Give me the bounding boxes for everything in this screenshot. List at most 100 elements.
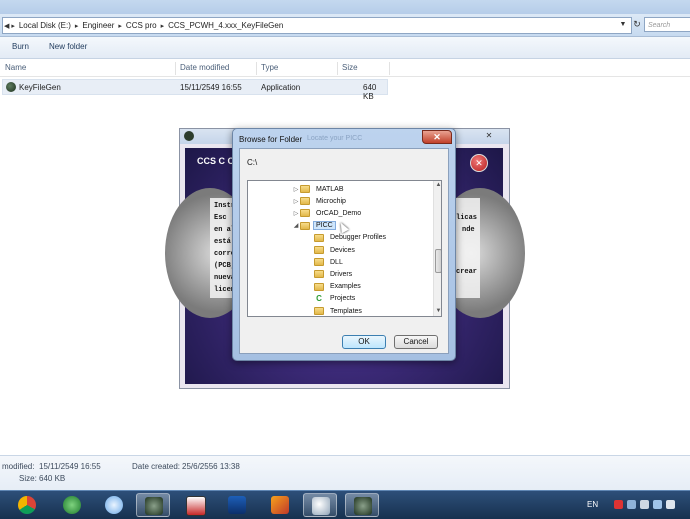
folder-icon bbox=[314, 282, 324, 291]
burn-button[interactable]: Burn bbox=[12, 42, 29, 51]
breadcrumb-item[interactable]: Engineer bbox=[79, 21, 117, 30]
dialog-title-ghost-text: Locate your PICC bbox=[307, 135, 363, 142]
taskbar-keygen-button[interactable] bbox=[136, 493, 170, 517]
folder-icon bbox=[314, 246, 324, 254]
tree-item[interactable]: Templates bbox=[306, 305, 365, 316]
table-row[interactable]: KeyFileGen 15/11/2549 16:55 Application … bbox=[2, 79, 388, 101]
taskbar-search-button[interactable] bbox=[303, 493, 337, 517]
tree-item[interactable]: ◢ PICC bbox=[292, 220, 336, 232]
tree-item-label: Drivers bbox=[330, 270, 353, 278]
scroll-down-icon[interactable]: ▼ bbox=[434, 307, 441, 316]
breadcrumb-chevron-icon[interactable]: ◀ ▸ bbox=[3, 22, 16, 30]
tree-item-label: Examples bbox=[330, 283, 361, 291]
taskbar-isis-button[interactable] bbox=[220, 493, 254, 517]
column-divider[interactable] bbox=[389, 62, 390, 75]
keygen-app-icon bbox=[6, 82, 16, 92]
tree-item-label: Microchip bbox=[316, 197, 346, 205]
column-header-name[interactable]: Name bbox=[5, 63, 26, 72]
dialog-close-button[interactable]: ✕ bbox=[422, 130, 452, 144]
folder-icon bbox=[300, 209, 310, 218]
scroll-thumb[interactable] bbox=[435, 249, 441, 273]
breadcrumb-item[interactable]: Local Disk (E:) bbox=[16, 21, 74, 30]
command-bar: Burn New folder bbox=[0, 37, 690, 59]
tree-item[interactable]: DLL bbox=[306, 256, 346, 268]
dialog-title: Browse for Folder bbox=[239, 135, 303, 144]
expand-arrow-icon[interactable]: ◢ bbox=[292, 222, 300, 229]
refresh-icon[interactable]: ↻ bbox=[632, 17, 642, 32]
ok-button[interactable]: OK bbox=[342, 335, 386, 349]
folder-icon bbox=[300, 197, 310, 206]
volume-icon[interactable] bbox=[666, 500, 675, 509]
column-header-date-modified[interactable]: Date modified bbox=[180, 63, 229, 72]
taskbar-ccs-button[interactable] bbox=[345, 493, 379, 517]
cancel-button[interactable]: Cancel bbox=[394, 335, 438, 349]
file-name: KeyFileGen bbox=[19, 83, 61, 92]
file-size: 640 KB bbox=[363, 83, 377, 101]
taskbar-pickit2-button[interactable] bbox=[178, 493, 212, 517]
pickit2-icon bbox=[186, 496, 206, 516]
folder-icon bbox=[314, 307, 324, 315]
breadcrumb-item[interactable]: CCS pro bbox=[123, 21, 160, 30]
column-divider[interactable] bbox=[337, 62, 338, 75]
magnifier-icon bbox=[312, 497, 330, 515]
expand-arrow-icon[interactable]: ▷ bbox=[292, 186, 300, 193]
window-top-edge bbox=[0, 0, 690, 14]
tree-item-label: Devices bbox=[330, 246, 355, 254]
file-date-modified: 15/11/2549 16:55 bbox=[180, 83, 242, 92]
keygen-app-icon bbox=[184, 131, 194, 141]
breadcrumb[interactable]: ◀ ▸ Local Disk (E:) ▸ Engineer ▸ CCS pro… bbox=[2, 17, 632, 34]
instructions-line: nde bbox=[462, 226, 475, 234]
instructions-line: está bbox=[214, 238, 231, 246]
tree-item-label: MATLAB bbox=[316, 185, 344, 193]
folder-icon bbox=[300, 221, 310, 230]
taskbar-network-button[interactable] bbox=[55, 493, 89, 517]
dialog-client-area: C:\ ▷ MATLAB ▷ Microchip ▷ OrCAD_Demo ◢ PICC Deb… bbox=[239, 148, 449, 354]
tree-item[interactable]: ▷ Microchip bbox=[292, 195, 349, 207]
column-header-size[interactable]: Size bbox=[342, 63, 358, 72]
scroll-up-icon[interactable]: ▲ bbox=[434, 181, 441, 190]
column-header-type[interactable]: Type bbox=[261, 63, 278, 72]
folder-icon bbox=[300, 185, 310, 193]
tree-item[interactable]: C Projects bbox=[306, 293, 358, 305]
column-divider[interactable] bbox=[256, 62, 257, 75]
keygen-icon bbox=[145, 497, 163, 515]
instructions-line: licas bbox=[456, 214, 478, 222]
tree-item[interactable]: ▷ OrCAD_Demo bbox=[292, 207, 364, 219]
instructions-line: crear bbox=[456, 268, 478, 276]
breadcrumb-item[interactable]: CCS_PCWH_4.xxx_KeyFileGen bbox=[165, 21, 286, 30]
column-divider[interactable] bbox=[175, 62, 176, 75]
tree-scrollbar[interactable]: ▲ ▼ bbox=[433, 181, 441, 316]
column-header-row: Name Date modified Type Size bbox=[0, 60, 690, 77]
tree-item[interactable]: ▷ MATLAB bbox=[292, 183, 347, 195]
taskbar-power-button[interactable] bbox=[97, 493, 131, 517]
expand-arrow-icon[interactable]: ▷ bbox=[292, 198, 300, 205]
expand-arrow-icon[interactable]: ▷ bbox=[292, 210, 300, 217]
tray-app-icon[interactable] bbox=[614, 500, 623, 509]
taskbar: EN bbox=[0, 490, 690, 519]
taskbar-chrome-button[interactable] bbox=[10, 493, 44, 517]
created-value: 25/6/2556 13:38 bbox=[182, 462, 240, 471]
tree-item[interactable]: Drivers bbox=[306, 268, 355, 280]
close-icon[interactable]: ✕ bbox=[470, 154, 488, 172]
ccs-project-icon: C bbox=[316, 294, 322, 304]
new-folder-button[interactable]: New folder bbox=[49, 42, 87, 51]
tree-item[interactable]: Examples bbox=[306, 281, 364, 293]
folder-tree[interactable]: ▷ MATLAB ▷ Microchip ▷ OrCAD_Demo ◢ PICC Debugge… bbox=[247, 180, 442, 317]
thunderbolt-icon bbox=[105, 496, 123, 514]
folder-icon bbox=[314, 258, 324, 267]
modified-value: 15/11/2549 16:55 bbox=[39, 462, 101, 471]
size-label: Size: bbox=[19, 474, 37, 483]
close-icon[interactable]: ✕ bbox=[480, 131, 498, 141]
language-indicator[interactable]: EN bbox=[587, 500, 598, 509]
taskbar-matlab-button[interactable] bbox=[263, 493, 297, 517]
modified-label: modified: bbox=[2, 462, 35, 471]
address-dropdown-icon[interactable]: ▼ bbox=[618, 18, 628, 31]
tree-item[interactable]: Debugger Profiles bbox=[306, 232, 389, 244]
browse-for-folder-dialog[interactable]: Browse for Folder Locate your PICC ✕ C:\… bbox=[232, 128, 456, 361]
size-value: 640 KB bbox=[39, 474, 66, 483]
network-icon[interactable] bbox=[653, 500, 662, 509]
tree-item[interactable]: Devices bbox=[306, 244, 358, 256]
flag-icon[interactable] bbox=[640, 500, 649, 509]
tray-arrow-icon[interactable] bbox=[627, 500, 636, 509]
search-input[interactable]: Search CCS... bbox=[644, 17, 690, 44]
